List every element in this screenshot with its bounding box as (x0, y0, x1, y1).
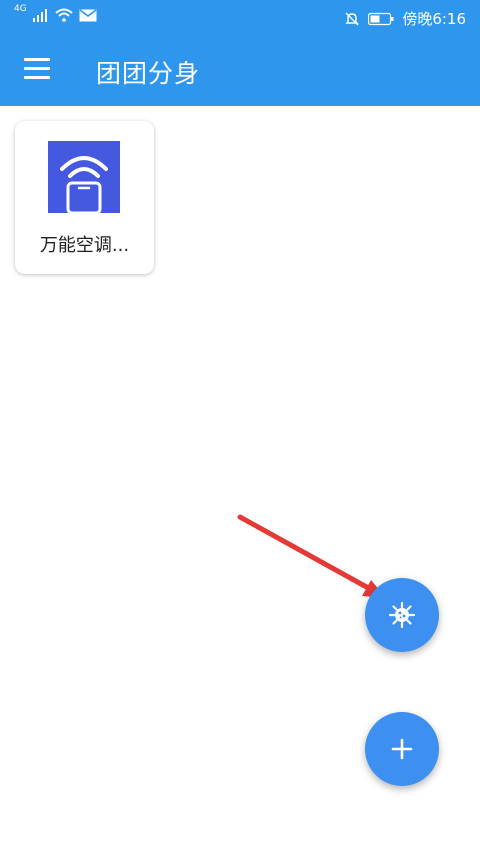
virus-icon (388, 601, 416, 629)
virus-fab-button[interactable] (365, 578, 439, 652)
plus-icon (391, 738, 413, 760)
add-app-button[interactable] (365, 712, 439, 786)
